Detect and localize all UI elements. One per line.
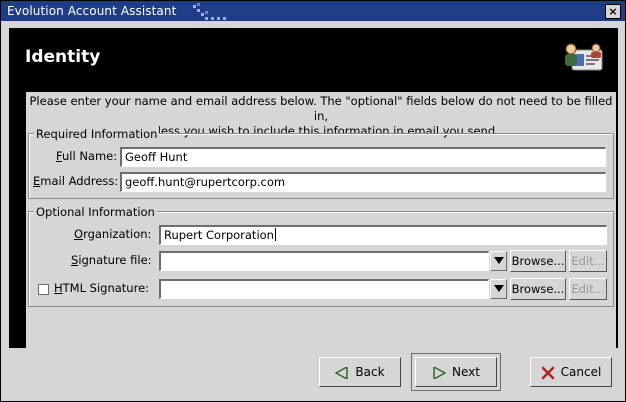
html-signature-browse-button[interactable]: Browse... — [510, 278, 566, 300]
next-label: Next — [452, 365, 480, 379]
organization-label: Organization: — [74, 227, 152, 241]
required-group-label: Required Information — [34, 127, 160, 141]
window-title: Evolution Account Assistant — [7, 4, 177, 18]
back-label: Back — [355, 365, 385, 379]
assistant-window: Evolution Account Assistant × Identity P… — [0, 0, 626, 402]
signature-file-field[interactable] — [159, 251, 489, 271]
cancel-label: Cancel — [560, 365, 602, 379]
organization-field[interactable]: Rupert Corporation — [159, 225, 607, 245]
browse-label: Browse... — [511, 282, 565, 296]
signature-file-edit-button[interactable]: Edit... — [569, 250, 607, 272]
email-address-label: Email Address: — [33, 174, 119, 188]
html-signature-field[interactable] — [159, 279, 489, 299]
html-signature-label: HTML Signature: — [54, 281, 150, 295]
full-name-value: Geoff Hunt — [125, 150, 188, 164]
signature-file-browse-button[interactable]: Browse... — [510, 250, 566, 272]
signature-file-label: Signature file: — [71, 253, 152, 267]
titlebar-pattern-icon — [193, 3, 226, 20]
html-signature-dropdown-button[interactable] — [490, 279, 507, 299]
email-address-value: geoff.hunt@rupertcorp.com — [125, 175, 286, 189]
close-icon: × — [608, 5, 618, 18]
page-title: Identity — [25, 47, 101, 67]
chevron-down-icon — [494, 285, 504, 292]
cancel-x-icon — [541, 366, 554, 379]
intro-line-1: Please enter your name and email address… — [29, 94, 613, 123]
identity-card-people-icon — [565, 43, 603, 71]
email-address-field[interactable]: geoff.hunt@rupertcorp.com — [120, 172, 606, 192]
html-signature-edit-button[interactable]: Edit... — [569, 278, 607, 300]
signature-file-dropdown-button[interactable] — [490, 251, 507, 271]
html-signature-checkbox[interactable] — [38, 284, 49, 295]
back-button[interactable]: Back — [319, 357, 401, 387]
full-name-field[interactable]: Geoff Hunt — [120, 147, 606, 167]
organization-value: Rupert Corporation — [164, 228, 274, 242]
arrow-left-icon — [335, 366, 349, 379]
edit-label: Edit... — [571, 282, 605, 296]
arrow-right-icon — [433, 366, 447, 379]
optional-group-label: Optional Information — [34, 205, 157, 219]
edit-label: Edit... — [571, 254, 605, 268]
next-button[interactable]: Next — [415, 357, 497, 387]
page-header: Identity — [11, 28, 617, 92]
full-name-label: Full Name: — [56, 149, 118, 163]
cancel-button[interactable]: Cancel — [530, 357, 612, 387]
browse-label: Browse... — [511, 254, 565, 268]
identity-page-content: Please enter your name and email address… — [26, 92, 616, 348]
text-cursor — [274, 228, 276, 241]
close-window-button[interactable]: × — [605, 4, 621, 19]
chevron-down-icon — [494, 257, 504, 264]
title-bar[interactable]: Evolution Account Assistant × — [1, 1, 625, 21]
